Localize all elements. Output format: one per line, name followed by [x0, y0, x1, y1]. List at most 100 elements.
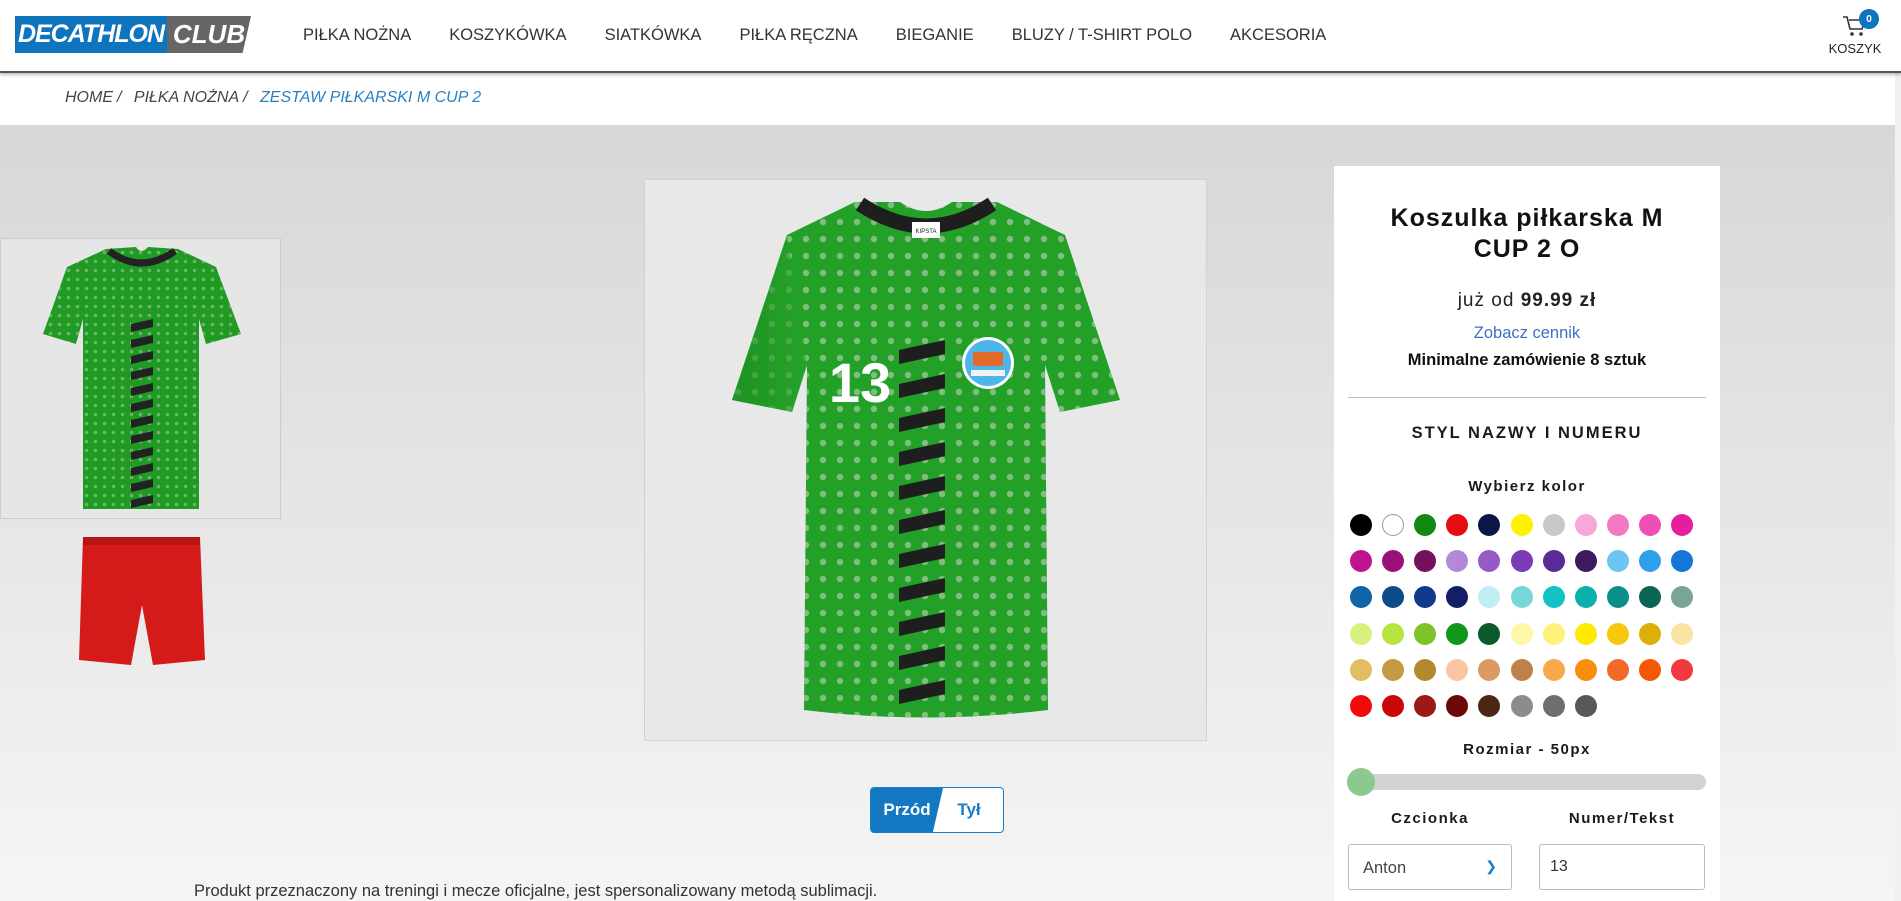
color-swatch[interactable]	[1478, 586, 1501, 609]
breadcrumb-separator: /	[243, 89, 248, 106]
color-swatch[interactable]	[1638, 622, 1661, 645]
color-swatch[interactable]	[1414, 514, 1437, 536]
color-swatch[interactable]	[1574, 695, 1597, 717]
color-swatch[interactable]	[1478, 514, 1501, 536]
color-swatch[interactable]	[1574, 550, 1597, 573]
color-swatch[interactable]	[1542, 514, 1565, 536]
size-slider[interactable]	[1347, 768, 1706, 796]
color-swatch[interactable]	[1446, 586, 1469, 609]
color-swatch[interactable]	[1510, 695, 1533, 717]
color-swatch[interactable]	[1446, 514, 1469, 536]
color-swatch[interactable]	[1350, 586, 1372, 609]
price-line: już od 99.99 zł	[1334, 290, 1720, 312]
breadcrumb-home[interactable]: HOME	[65, 89, 113, 106]
thumbnail-shorts[interactable]	[75, 535, 208, 672]
color-swatch[interactable]	[1542, 622, 1565, 645]
color-swatch[interactable]	[1478, 550, 1501, 573]
cart-button[interactable]: 0 KOSZYK	[1826, 9, 1884, 62]
color-swatch[interactable]	[1510, 550, 1533, 573]
color-swatch[interactable]	[1414, 658, 1437, 681]
color-section-title: Wybierz kolor	[1468, 478, 1586, 495]
color-swatch[interactable]	[1478, 695, 1501, 717]
breadcrumb-current: ZESTAW PIŁKARSKI M CUP 2	[260, 89, 482, 106]
front-back-toggle: Przód Tył	[870, 787, 1004, 833]
color-swatch[interactable]	[1671, 514, 1693, 536]
pricelist-link[interactable]: Zobacz cennik	[1334, 324, 1720, 343]
breadcrumb-separator: /	[117, 89, 122, 106]
color-swatch[interactable]	[1446, 622, 1469, 645]
nav-item-siatkowka[interactable]: SIATKÓWKA	[605, 26, 702, 45]
color-swatch[interactable]	[1382, 550, 1405, 573]
page-scrollbar[interactable]	[1895, 0, 1901, 901]
back-view-button[interactable]: Tył	[935, 788, 1003, 832]
color-swatch[interactable]	[1638, 514, 1661, 536]
color-swatch[interactable]	[1671, 658, 1693, 681]
color-swatch[interactable]	[1414, 695, 1437, 717]
color-swatch[interactable]	[1606, 622, 1629, 645]
color-swatch[interactable]	[1510, 658, 1533, 681]
nav-item-akcesoria[interactable]: AKCESORIA	[1230, 26, 1326, 45]
nav-item-bluzy[interactable]: BLUZY / T-SHIRT POLO	[1012, 26, 1192, 45]
price-prefix: już od	[1457, 290, 1515, 311]
color-swatch[interactable]	[1606, 658, 1629, 681]
product-title: Koszulka piłkarska M CUP 2 O	[1390, 204, 1664, 263]
color-swatch[interactable]	[1510, 586, 1533, 609]
decathlon-club-logo[interactable]: DECATHLON CLUB	[15, 16, 251, 53]
font-label: Czcionka	[1391, 810, 1469, 827]
size-slider-handle[interactable]	[1347, 768, 1375, 796]
color-swatch[interactable]	[1638, 658, 1661, 681]
font-select[interactable]: Anton ❯	[1348, 844, 1512, 890]
logo-club-text: CLUB	[167, 16, 251, 53]
number-text-input[interactable]	[1539, 844, 1705, 890]
color-swatch[interactable]	[1350, 658, 1372, 681]
color-swatch[interactable]	[1478, 622, 1501, 645]
color-swatch[interactable]	[1638, 550, 1661, 573]
color-swatch[interactable]	[1414, 622, 1437, 645]
nav-item-koszykowka[interactable]: KOSZYKÓWKA	[449, 26, 566, 45]
breadcrumb-category[interactable]: PIŁKA NOŻNA	[134, 89, 239, 106]
nav-item-pilka-reczna[interactable]: PIŁKA RĘCZNA	[739, 26, 857, 45]
main-nav: PIŁKA NOŻNA KOSZYKÓWKA SIATKÓWKA PIŁKA R…	[303, 26, 1364, 45]
color-swatch[interactable]	[1574, 658, 1597, 681]
color-swatch[interactable]	[1446, 550, 1469, 573]
logo-decathlon-text: DECATHLON	[15, 16, 167, 53]
color-swatch[interactable]	[1414, 550, 1437, 573]
color-swatch[interactable]	[1350, 514, 1372, 536]
color-swatch[interactable]	[1574, 514, 1597, 536]
color-swatch[interactable]	[1574, 586, 1597, 609]
nav-item-bieganie[interactable]: BIEGANIE	[896, 26, 974, 45]
panel-divider	[1348, 397, 1706, 398]
color-swatch[interactable]	[1542, 550, 1565, 573]
front-view-button[interactable]: Przód	[871, 788, 943, 832]
color-swatch[interactable]	[1446, 658, 1469, 681]
shorts-thumbnail-image	[79, 537, 205, 665]
color-swatch[interactable]	[1606, 514, 1629, 536]
color-swatch[interactable]	[1350, 695, 1372, 717]
color-swatch[interactable]	[1414, 586, 1437, 609]
color-swatch[interactable]	[1671, 586, 1693, 609]
color-swatch[interactable]	[1350, 622, 1372, 645]
color-swatch[interactable]	[1382, 622, 1405, 645]
color-swatch[interactable]	[1510, 622, 1533, 645]
color-swatch[interactable]	[1606, 550, 1629, 573]
color-swatch[interactable]	[1510, 514, 1533, 536]
jersey-thumbnail-image	[43, 247, 241, 509]
color-swatch[interactable]	[1382, 514, 1405, 536]
chevron-down-icon: ❯	[1485, 858, 1497, 874]
color-swatch[interactable]	[1606, 586, 1629, 609]
color-swatch[interactable]	[1382, 586, 1405, 609]
color-swatch[interactable]	[1542, 695, 1565, 717]
color-swatch[interactable]	[1382, 658, 1405, 681]
nav-item-pilka-nozna[interactable]: PIŁKA NOŻNA	[303, 26, 411, 45]
color-swatch[interactable]	[1638, 586, 1661, 609]
color-swatch[interactable]	[1478, 658, 1501, 681]
color-swatch[interactable]	[1446, 695, 1469, 717]
color-swatch[interactable]	[1574, 622, 1597, 645]
color-swatch[interactable]	[1350, 550, 1372, 573]
color-swatch[interactable]	[1671, 550, 1693, 573]
thumbnail-jersey[interactable]	[0, 238, 281, 519]
color-swatch[interactable]	[1542, 586, 1565, 609]
color-swatch[interactable]	[1542, 658, 1565, 681]
color-swatch[interactable]	[1382, 695, 1405, 717]
color-swatch[interactable]	[1671, 622, 1693, 645]
